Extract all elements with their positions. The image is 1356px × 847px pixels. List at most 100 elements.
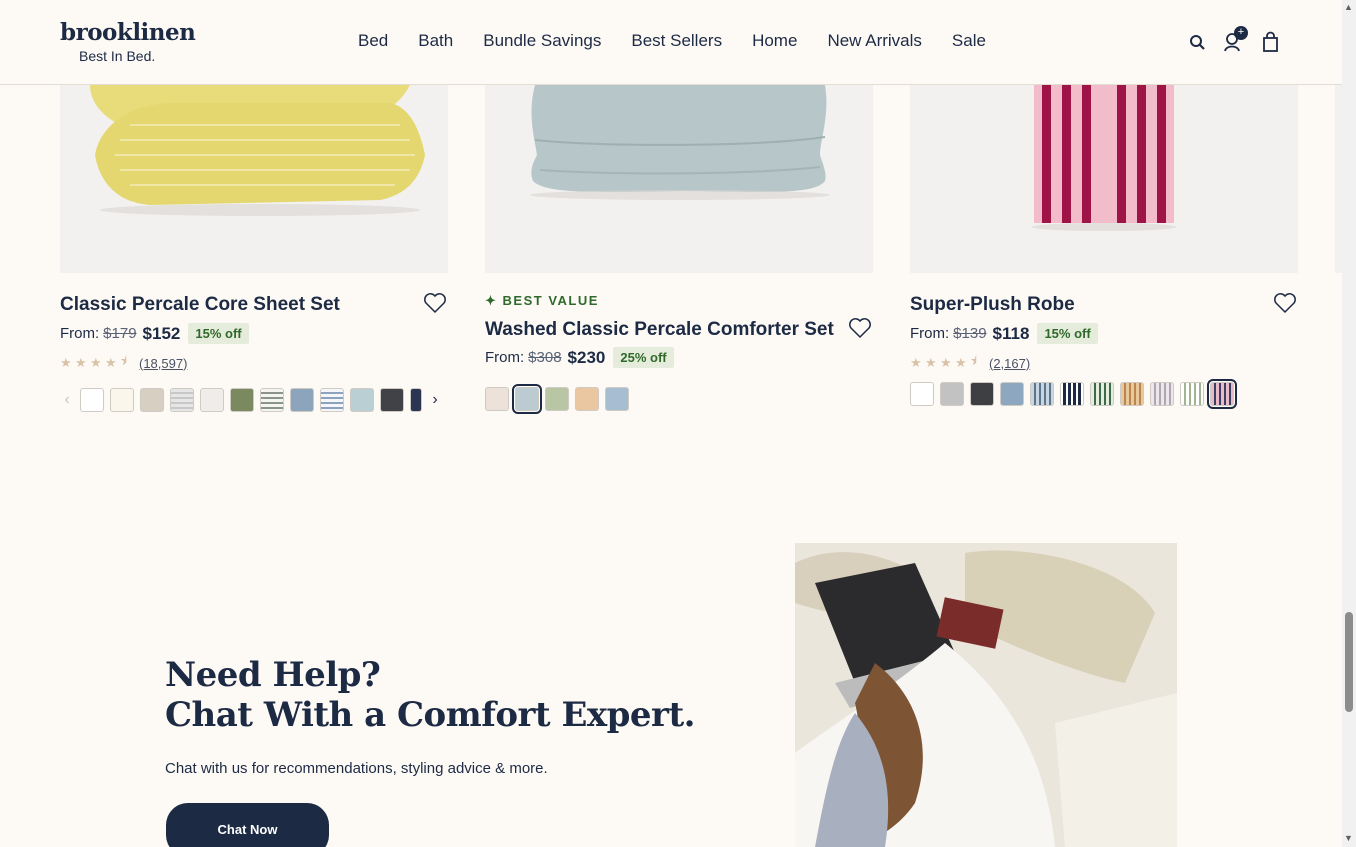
swatch[interactable] (110, 388, 134, 412)
swatch[interactable] (290, 388, 314, 412)
original-price: $308 (528, 349, 562, 366)
nav-sale[interactable]: Sale (952, 31, 986, 51)
product-image-pillows[interactable] (60, 85, 448, 273)
help-subtitle: Chat with us for recommendations, stylin… (165, 760, 548, 777)
product-title[interactable]: Super-Plush Robe (910, 294, 1075, 316)
color-swatches: ‹ › (60, 388, 442, 412)
sale-price: $152 (142, 323, 181, 343)
price-line: From: $179 $152 15% off (60, 323, 249, 344)
swatch[interactable] (260, 388, 284, 412)
product-title[interactable]: Washed Classic Percale Comforter Set (485, 319, 834, 341)
discount-badge: 25% off (613, 347, 674, 368)
color-swatches (485, 384, 629, 414)
swatch[interactable] (970, 382, 994, 406)
help-heading: Need Help? Chat With a Comfort Expert. (165, 655, 696, 735)
swatch[interactable] (350, 388, 374, 412)
swatch[interactable] (80, 388, 104, 412)
account-badge: + (1234, 26, 1248, 40)
scrollbar-thumb[interactable] (1345, 612, 1353, 712)
swatch[interactable] (605, 387, 629, 411)
swatch[interactable] (380, 388, 404, 412)
comfort-expert-image (795, 543, 1177, 847)
wishlist-heart-icon[interactable] (1273, 292, 1297, 314)
logo-tagline: Best In Bed. (79, 48, 156, 64)
star-icon: ★ (925, 355, 937, 370)
site-header: brooklinen Best In Bed. Bed Bath Bundle … (0, 0, 1342, 85)
star-icon: ★ (90, 355, 102, 370)
swatch[interactable] (1030, 382, 1054, 406)
from-label: From: (60, 325, 100, 342)
brand-logo[interactable]: brooklinen Best In Bed. (60, 19, 196, 65)
swatch[interactable] (575, 387, 599, 411)
sparkle-icon: ✦ (485, 293, 498, 308)
from-label: From: (485, 349, 525, 366)
swatch[interactable] (200, 388, 224, 412)
price-line: From: $308 $230 25% off (485, 347, 674, 368)
rating: ★ ★ ★ ★ ⯨ (18,597) (60, 352, 187, 374)
product-image-robe[interactable] (910, 85, 1298, 273)
nav-bundle-savings[interactable]: Bundle Savings (483, 31, 601, 51)
help-heading-line1: Need Help? (165, 655, 381, 695)
discount-badge: 15% off (188, 323, 249, 344)
swatch[interactable] (1120, 382, 1144, 406)
product-card[interactable] (910, 85, 1298, 273)
account-icon[interactable]: + (1223, 26, 1248, 54)
swatch[interactable] (1090, 382, 1114, 406)
swatch[interactable] (910, 382, 934, 406)
nav-best-sellers[interactable]: Best Sellers (631, 31, 722, 51)
product-card[interactable] (485, 85, 873, 273)
sale-price: $230 (567, 347, 606, 367)
review-count[interactable]: (2,167) (989, 356, 1030, 371)
logo-wordmark: brooklinen (60, 19, 196, 46)
half-star-icon: ⯨ (120, 353, 127, 368)
vertical-scrollbar[interactable]: ▲ ▼ (1342, 0, 1356, 847)
chevron-left-icon[interactable]: ‹ (60, 391, 74, 409)
nav-home[interactable]: Home (752, 31, 797, 51)
swatch-selected[interactable] (512, 384, 542, 414)
help-heading-line2: Chat With a Comfort Expert. (165, 695, 696, 735)
scroll-down-arrow-icon[interactable]: ▼ (1344, 833, 1353, 843)
swatch-selected[interactable] (1207, 379, 1237, 409)
swatch[interactable] (140, 388, 164, 412)
bag-icon[interactable] (1261, 30, 1283, 54)
swatch[interactable] (1000, 382, 1024, 406)
swatch[interactable] (1060, 382, 1084, 406)
swatch[interactable] (485, 387, 509, 411)
swatch[interactable] (320, 388, 344, 412)
color-swatches (910, 379, 1237, 409)
product-title[interactable]: Classic Percale Core Sheet Set (60, 294, 340, 316)
discount-badge: 15% off (1037, 323, 1098, 344)
product-card-partial[interactable] (1335, 85, 1342, 273)
half-star-icon: ⯨ (970, 353, 977, 368)
swatch[interactable] (545, 387, 569, 411)
swatch[interactable] (230, 388, 254, 412)
chevron-right-icon[interactable]: › (428, 391, 442, 409)
price-line: From: $139 $118 15% off (910, 323, 1098, 344)
review-count[interactable]: (18,597) (139, 356, 187, 371)
search-icon[interactable] (1188, 30, 1210, 54)
star-icon: ★ (955, 355, 967, 370)
nav-bed[interactable]: Bed (358, 31, 388, 51)
nav-bath[interactable]: Bath (418, 31, 453, 51)
swatch[interactable] (1150, 382, 1174, 406)
swatch[interactable] (410, 388, 422, 412)
wishlist-heart-icon[interactable] (848, 317, 872, 339)
original-price: $179 (103, 325, 137, 342)
swatch[interactable] (170, 388, 194, 412)
swatch[interactable] (1180, 382, 1204, 406)
product-image-comforter[interactable] (485, 85, 873, 273)
swatch[interactable] (940, 382, 964, 406)
main-nav: Bed Bath Bundle Savings Best Sellers Hom… (358, 31, 986, 51)
scroll-up-arrow-icon[interactable]: ▲ (1344, 2, 1353, 12)
best-value-label: BEST VALUE (502, 293, 599, 308)
chat-now-button[interactable]: Chat Now (166, 803, 329, 847)
nav-new-arrivals[interactable]: New Arrivals (827, 31, 921, 51)
best-value-badge: ✦ BEST VALUE (485, 293, 599, 309)
sale-price: $118 (992, 323, 1030, 343)
from-label: From: (910, 325, 950, 342)
wishlist-heart-icon[interactable] (423, 292, 447, 314)
star-icon: ★ (75, 355, 87, 370)
product-card[interactable] (60, 85, 448, 273)
star-icon: ★ (105, 355, 117, 370)
star-icon: ★ (910, 355, 922, 370)
